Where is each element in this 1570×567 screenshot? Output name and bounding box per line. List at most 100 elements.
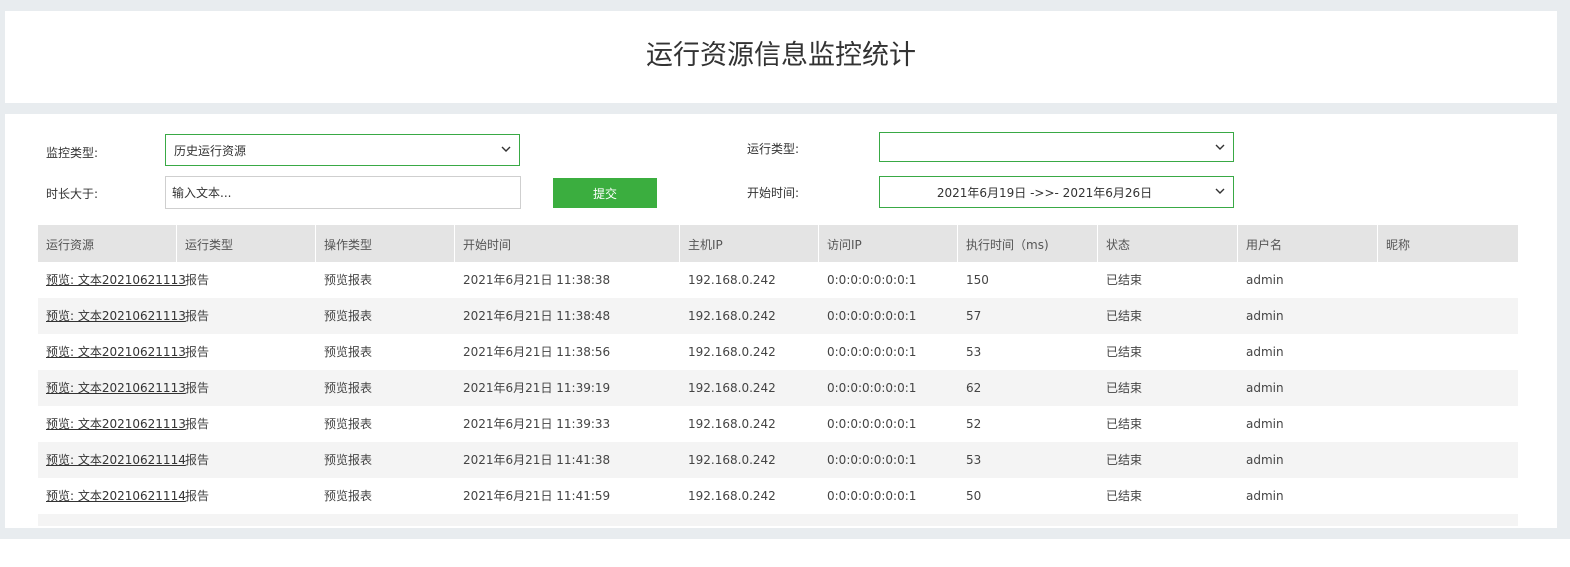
resource-link[interactable]: 预览: 文本20210621113: [38, 416, 186, 432]
title-panel: 运行资源信息监控统计: [5, 11, 1557, 103]
cell-status: 已结束: [1106, 417, 1143, 431]
cell-status: 已结束: [1106, 273, 1143, 287]
table-row[interactable]: 预览: 文本20210621113 报告 预览报表 2021年6月21日 11:38:…: [38, 262, 1518, 298]
column-header[interactable]: 状态: [1098, 225, 1239, 262]
cell-username: admin: [1246, 273, 1284, 287]
cell-start-time: 2021年6月21日 11:41:59: [463, 489, 611, 503]
monitor-type-select[interactable]: 历史运行资源: [165, 134, 520, 166]
cell-username: admin: [1246, 309, 1284, 323]
cell-username: admin: [1246, 381, 1284, 395]
cell-host-ip: 192.168.0.242: [688, 309, 776, 323]
cell-run-type: 报告: [185, 417, 210, 431]
cell-op-type: 预览报表: [324, 273, 373, 287]
column-header[interactable]: 操作类型: [316, 225, 456, 262]
submit-button[interactable]: 提交: [553, 178, 657, 208]
cell-host-ip: 192.168.0.242: [688, 453, 776, 467]
chevron-down-icon: [501, 146, 511, 152]
main-panel: 监控类型: 历史运行资源 运行类型: 时长大于: 提交 开始时间: 2021年6…: [5, 114, 1557, 528]
cell-exec-time: 53: [966, 345, 982, 359]
cell-op-type: 预览报表: [324, 489, 373, 503]
resource-link[interactable]: 预览: 文本20210621113: [38, 272, 186, 288]
cell-status: 已结束: [1106, 453, 1143, 467]
table-row-partial: [38, 514, 1518, 526]
cell-run-type: 报告: [185, 273, 210, 287]
cell-exec-time: 52: [966, 417, 982, 431]
column-header[interactable]: 用户名: [1238, 225, 1379, 262]
column-header[interactable]: 开始时间: [455, 225, 681, 262]
page-title: 运行资源信息监控统计: [646, 40, 916, 71]
cell-host-ip: 192.168.0.242: [688, 273, 776, 287]
cell-host-ip: 192.168.0.242: [688, 417, 776, 431]
cell-op-type: 预览报表: [324, 345, 373, 359]
cell-status: 已结束: [1106, 345, 1143, 359]
cell-start-time: 2021年6月21日 11:39:33: [463, 417, 611, 431]
resource-link[interactable]: 预览: 文本20210621114: [38, 488, 186, 504]
table-row[interactable]: 预览: 文本20210621113 报告 预览报表 2021年6月21日 11:39:…: [38, 406, 1518, 442]
cell-access-ip: 0:0:0:0:0:0:0:1: [827, 345, 917, 359]
cell-host-ip: 192.168.0.242: [688, 489, 776, 503]
cell-username: admin: [1246, 345, 1284, 359]
cell-exec-time: 150: [966, 273, 989, 287]
column-header[interactable]: 执行时间（ms): [958, 225, 1099, 262]
run-type-label: 运行类型:: [747, 142, 800, 156]
cell-start-time: 2021年6月21日 11:38:56: [463, 345, 611, 359]
cell-access-ip: 0:0:0:0:0:0:0:1: [827, 453, 917, 467]
cell-start-time: 2021年6月21日 11:38:38: [463, 273, 611, 287]
cell-username: admin: [1246, 489, 1284, 503]
monitor-type-label: 监控类型:: [46, 146, 99, 160]
cell-access-ip: 0:0:0:0:0:0:0:1: [827, 309, 917, 323]
cell-run-type: 报告: [185, 453, 210, 467]
cell-op-type: 预览报表: [324, 453, 373, 467]
table-row[interactable]: 预览: 文本20210621113 报告 预览报表 2021年6月21日 11:39:…: [38, 370, 1518, 406]
start-time-label: 开始时间:: [747, 186, 800, 200]
table-body: 预览: 文本20210621113 报告 预览报表 2021年6月21日 11:38:…: [38, 262, 1518, 514]
resource-link[interactable]: 预览: 文本20210621114: [38, 452, 186, 468]
column-header[interactable]: 主机IP: [680, 225, 820, 262]
cell-exec-time: 57: [966, 309, 982, 323]
cell-start-time: 2021年6月21日 11:38:48: [463, 309, 611, 323]
cell-op-type: 预览报表: [324, 417, 373, 431]
cell-exec-time: 50: [966, 489, 982, 503]
cell-access-ip: 0:0:0:0:0:0:0:1: [827, 273, 917, 287]
cell-status: 已结束: [1106, 381, 1143, 395]
cell-status: 已结束: [1106, 309, 1143, 323]
duration-input[interactable]: [165, 176, 521, 209]
cell-host-ip: 192.168.0.242: [688, 381, 776, 395]
chevron-down-icon: [1215, 188, 1225, 194]
run-type-select[interactable]: [879, 132, 1234, 162]
column-header[interactable]: 访问IP: [819, 225, 959, 262]
cell-op-type: 预览报表: [324, 381, 373, 395]
table-row[interactable]: 预览: 文本20210621114 报告 预览报表 2021年6月21日 11:41:…: [38, 478, 1518, 514]
cell-host-ip: 192.168.0.242: [688, 345, 776, 359]
cell-access-ip: 0:0:0:0:0:0:0:1: [827, 489, 917, 503]
cell-run-type: 报告: [185, 345, 210, 359]
start-time-picker[interactable]: 2021年6月19日 ->>- 2021年6月26日: [879, 176, 1234, 208]
table-header: 运行资源 运行类型 操作类型 开始时间 主机IP 访问IP 执行时间（ms) 状…: [38, 225, 1518, 262]
cell-exec-time: 62: [966, 381, 982, 395]
column-header[interactable]: 运行资源: [38, 225, 178, 262]
cell-start-time: 2021年6月21日 11:41:38: [463, 453, 611, 467]
resource-table: 运行资源 运行类型 操作类型 开始时间 主机IP 访问IP 执行时间（ms) 状…: [38, 225, 1518, 526]
cell-op-type: 预览报表: [324, 309, 373, 323]
cell-username: admin: [1246, 453, 1284, 467]
column-header[interactable]: 运行类型: [177, 225, 317, 262]
duration-label: 时长大于:: [46, 187, 99, 201]
table-row[interactable]: 预览: 文本20210621113 报告 预览报表 2021年6月21日 11:38:…: [38, 298, 1518, 334]
resource-link[interactable]: 预览: 文本20210621113: [38, 344, 186, 360]
cell-start-time: 2021年6月21日 11:39:19: [463, 381, 611, 395]
cell-username: admin: [1246, 417, 1284, 431]
cell-access-ip: 0:0:0:0:0:0:0:1: [827, 417, 917, 431]
cell-run-type: 报告: [185, 381, 210, 395]
cell-access-ip: 0:0:0:0:0:0:0:1: [827, 381, 917, 395]
cell-exec-time: 53: [966, 453, 982, 467]
resource-link[interactable]: 预览: 文本20210621113: [38, 308, 186, 324]
cell-run-type: 报告: [185, 489, 210, 503]
monitor-type-value: 历史运行资源: [174, 144, 247, 158]
cell-status: 已结束: [1106, 489, 1143, 503]
table-row[interactable]: 预览: 文本20210621113 报告 预览报表 2021年6月21日 11:38:…: [38, 334, 1518, 370]
resource-link[interactable]: 预览: 文本20210621113: [38, 380, 186, 396]
chevron-down-icon: [1215, 144, 1225, 150]
table-row[interactable]: 预览: 文本20210621114 报告 预览报表 2021年6月21日 11:41:…: [38, 442, 1518, 478]
cell-run-type: 报告: [185, 309, 210, 323]
column-header[interactable]: 昵称: [1378, 225, 1518, 262]
